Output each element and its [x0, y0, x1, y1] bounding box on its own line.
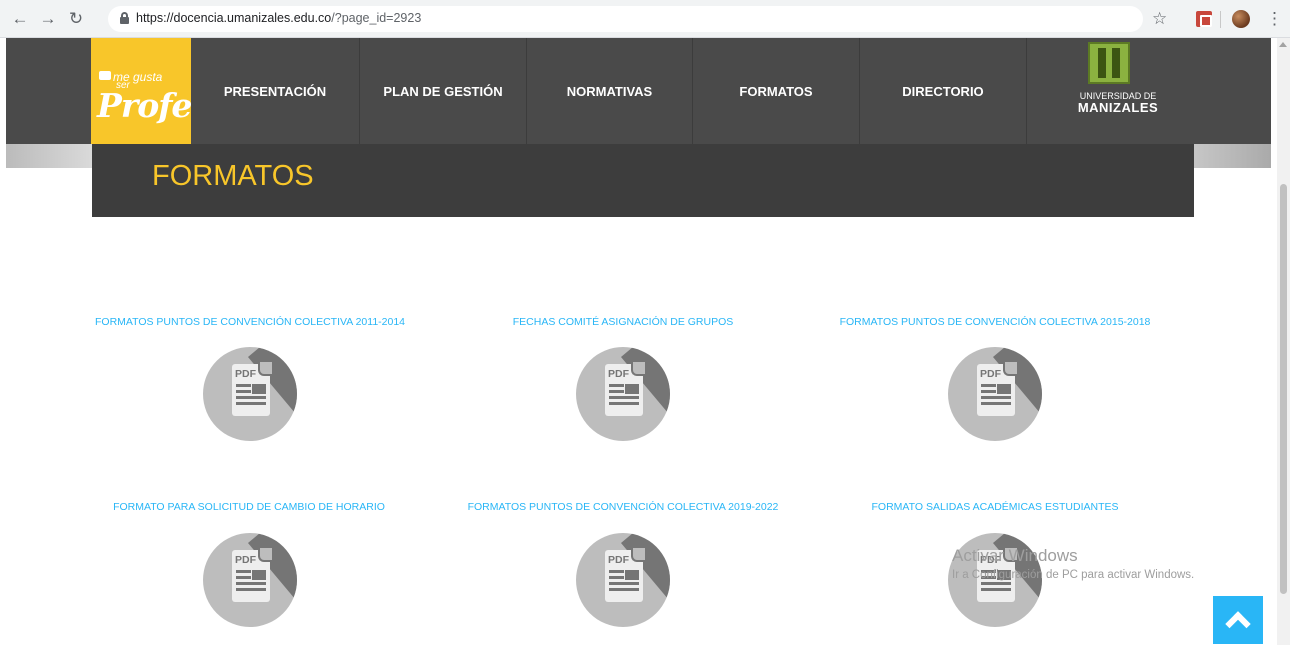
page-title: FORMATOS	[152, 160, 314, 192]
university-logo[interactable]: UNIVERSIDAD DE MANIZALES	[1058, 42, 1178, 140]
nav-label: DIRECTORIO	[902, 83, 984, 99]
windows-activation-watermark: Activar Windows Ir a Configuración de PC…	[952, 546, 1194, 581]
back-icon[interactable]: ←	[10, 9, 30, 29]
page-title-bar: FORMATOS	[92, 144, 1194, 217]
url-host: https://docencia.umanizales.edu.co	[136, 11, 332, 25]
lock-icon	[120, 12, 129, 24]
nav-normativas[interactable]: NORMATIVAS	[526, 38, 692, 144]
reload-icon[interactable]: ↻	[66, 9, 86, 29]
thumbs-up-icon	[99, 71, 111, 80]
pdf-badge: PDF	[608, 554, 629, 566]
pdf-badge: PDF	[608, 368, 629, 380]
chevron-up-icon	[1225, 611, 1251, 637]
logo-wordmark: Profe	[97, 86, 192, 125]
pdf-icon[interactable]: PDF	[576, 347, 670, 441]
nav-label: PRESENTACIÓN	[223, 83, 327, 99]
url-path: /?page_id=2923	[331, 11, 422, 25]
document-link-title[interactable]: FORMATOS PUNTOS DE CONVENCIÓN COLECTIVA …	[89, 316, 411, 328]
scroll-to-top-button[interactable]	[1213, 596, 1263, 644]
university-line2: MANIZALES	[1077, 100, 1159, 115]
pdf-badge: PDF	[235, 554, 256, 566]
pdf-icon[interactable]: PDF	[203, 533, 297, 627]
url-text[interactable]: https://docencia.umanizales.edu.co/?page…	[136, 11, 421, 25]
site-logo[interactable]: me gusta ser Profe	[91, 38, 192, 144]
pdf-icon[interactable]: PDF	[948, 347, 1042, 441]
profile-avatar[interactable]	[1232, 10, 1250, 28]
browser-toolbar: ← → ↻ https://docencia.umanizales.edu.co…	[0, 0, 1290, 38]
nav-label: PLAN DE GESTIÓN	[383, 83, 503, 99]
pdf-icon[interactable]: PDF	[203, 347, 297, 441]
document-link-title[interactable]: FORMATO SALIDAS ACADÉMICAS ESTUDIANTES	[871, 501, 1119, 513]
nav-presentacion[interactable]: PRESENTACIÓN	[191, 38, 359, 144]
watermark-title: Activar Windows	[952, 546, 1078, 565]
star-icon[interactable]: ☆	[1152, 9, 1167, 29]
site-header: me gusta ser Profe PRESENTACIÓN PLAN DE …	[6, 38, 1271, 144]
scroll-up-arrow-icon[interactable]	[1279, 42, 1287, 47]
forward-icon[interactable]: →	[38, 9, 58, 29]
pdf-badge: PDF	[235, 368, 256, 380]
page-viewport: me gusta ser Profe PRESENTACIÓN PLAN DE …	[0, 38, 1275, 645]
pdf-badge: PDF	[980, 368, 1001, 380]
pdf-extension-icon[interactable]	[1196, 11, 1212, 27]
menu-icon[interactable]: ⋮	[1266, 9, 1283, 29]
nav-directorio[interactable]: DIRECTORIO	[859, 38, 1026, 144]
page-scrollbar[interactable]	[1277, 38, 1290, 645]
university-name: UNIVERSIDAD DE MANIZALES	[1058, 92, 1178, 115]
nav-formatos[interactable]: FORMATOS	[692, 38, 859, 144]
document-link-title[interactable]: FECHAS COMITÉ ASIGNACIÓN DE GRUPOS	[512, 316, 734, 328]
university-emblem-icon	[1088, 42, 1130, 84]
toolbar-divider	[1220, 11, 1221, 28]
nav-label: NORMATIVAS	[566, 83, 653, 99]
scrollbar-thumb[interactable]	[1280, 184, 1287, 594]
document-link-title[interactable]: FORMATO PARA SOLICITUD DE CAMBIO DE HORA…	[108, 501, 390, 513]
nav-label: FORMATOS	[739, 83, 813, 99]
watermark-subtitle: Ir a Configuración de PC para activar Wi…	[952, 569, 1195, 581]
address-bar[interactable]: https://docencia.umanizales.edu.co/?page…	[108, 6, 1143, 32]
pdf-icon[interactable]: PDF	[576, 533, 670, 627]
nav-plan-de-gestion[interactable]: PLAN DE GESTIÓN	[359, 38, 526, 144]
document-link-title[interactable]: FORMATOS PUNTOS DE CONVENCIÓN COLECTIVA …	[462, 501, 784, 513]
document-link-title[interactable]: FORMATOS PUNTOS DE CONVENCIÓN COLECTIVA …	[834, 316, 1156, 328]
